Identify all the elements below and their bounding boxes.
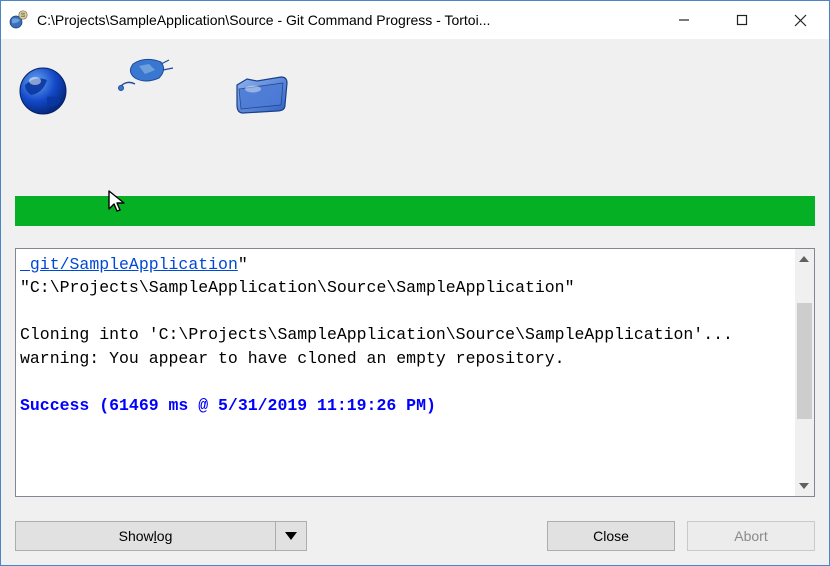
close-dialog-button[interactable]: Close [547,521,675,551]
chevron-down-icon [285,532,297,540]
scroll-thumb[interactable] [797,303,812,419]
button-row: Show log Close Abort [15,521,815,551]
window-controls [655,1,829,39]
show-log-button[interactable]: Show log [16,522,276,550]
output-success: Success (61469 ms @ 5/31/2019 11:19:26 P… [20,396,436,415]
scrollbar[interactable] [795,249,814,496]
close-button[interactable] [771,1,829,39]
show-log-dropdown[interactable] [276,522,306,550]
titlebar: C:\Projects\SampleApplication\Source - G… [1,1,829,39]
cursor-icon [107,189,127,218]
globe-icon [17,65,69,120]
output-line3: Cloning into 'C:\Projects\SampleApplicat… [20,325,733,344]
show-log-label-post: og [157,528,173,544]
progress-bar [15,196,815,226]
scroll-down-icon[interactable] [795,476,814,496]
repo-link[interactable]: git/SampleApplication [20,255,238,274]
abort-button: Abort [687,521,815,551]
window-title: C:\Projects\SampleApplication\Source - G… [37,12,655,28]
app-icon [9,10,29,30]
client-area: git/SampleApplication" "C:\Projects\Samp… [1,39,829,565]
folder-icon [233,69,291,122]
minimize-button[interactable] [655,1,713,39]
output-panel: git/SampleApplication" "C:\Projects\Samp… [15,248,815,497]
flying-papers-icon [115,56,175,107]
show-log-splitbutton: Show log [15,521,307,551]
maximize-button[interactable] [713,1,771,39]
output-text[interactable]: git/SampleApplication" "C:\Projects\Samp… [16,249,795,496]
transfer-animation [15,51,815,151]
output-line4: warning: You appear to have cloned an em… [20,349,565,368]
scroll-up-icon[interactable] [795,249,814,269]
show-log-label-pre: Show [119,528,154,544]
